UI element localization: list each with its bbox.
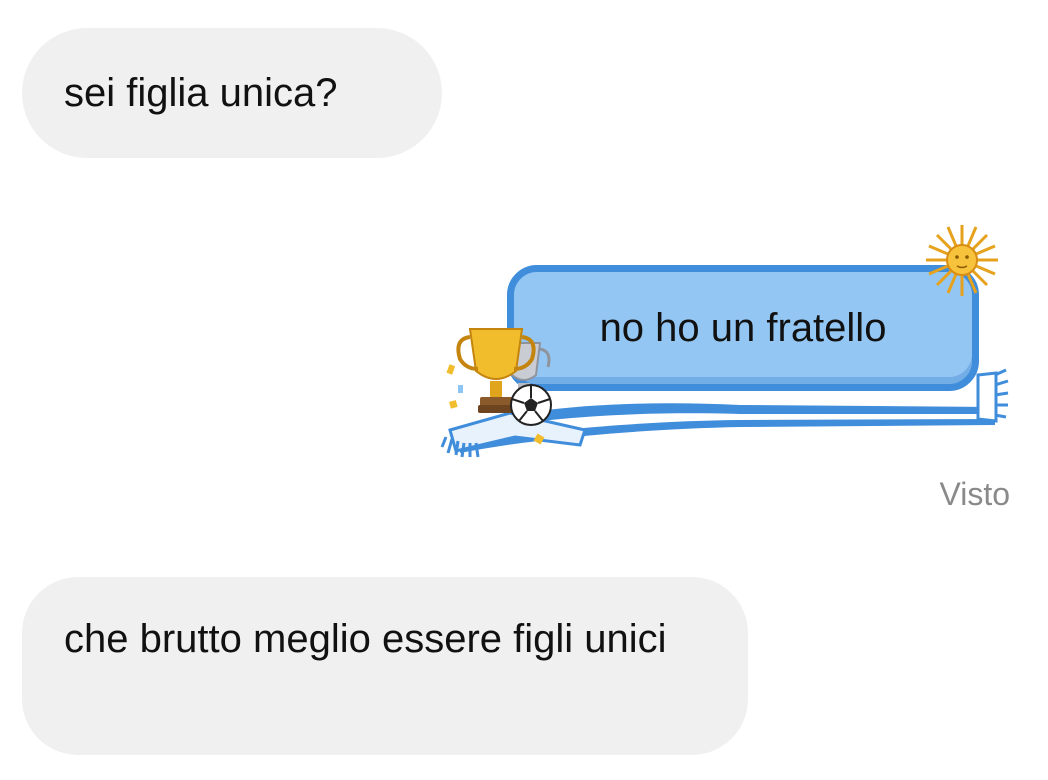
sent-message-themed[interactable]: no ho un fratello	[440, 225, 1020, 465]
sent-message-bubble[interactable]: no ho un fratello	[507, 265, 979, 391]
received-message-bubble[interactable]: che brutto meglio essere figli unici	[22, 577, 748, 755]
received-message-bubble[interactable]: sei figlia unica?	[22, 28, 442, 158]
seen-status: Visto	[939, 476, 1010, 512]
message-text: che brutto meglio essere figli unici	[64, 617, 667, 661]
message-text: no ho un fratello	[599, 305, 887, 350]
message-text: sei figlia unica?	[64, 71, 338, 115]
